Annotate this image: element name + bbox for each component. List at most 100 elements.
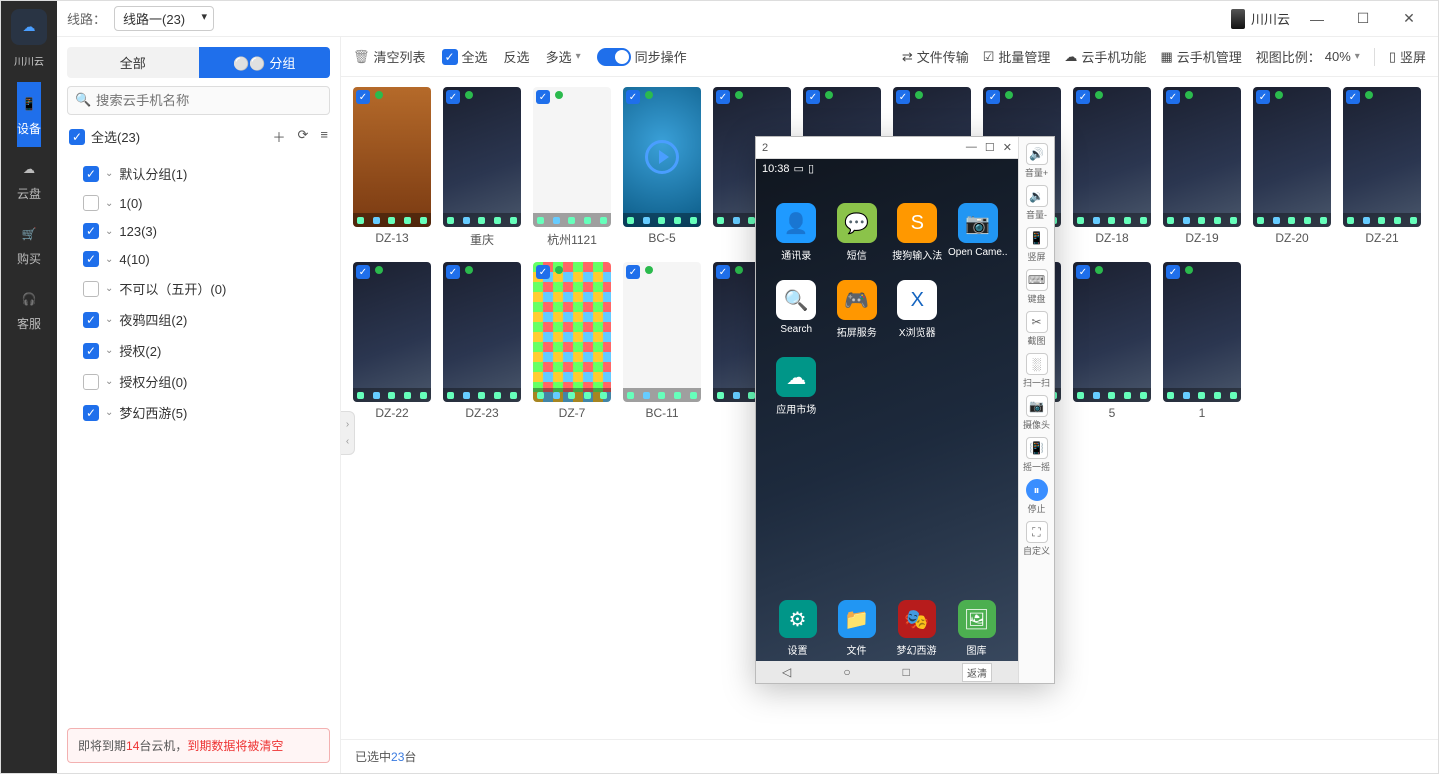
- group-item[interactable]: ⌄1(0): [67, 189, 330, 217]
- thumb-screen[interactable]: [623, 87, 701, 227]
- group-checkbox[interactable]: [83, 251, 99, 267]
- thumb-checkbox[interactable]: [806, 90, 820, 104]
- app-icon[interactable]: 💬短信: [827, 203, 888, 262]
- nav-item[interactable]: 🎧客服: [17, 277, 41, 342]
- phone-popup[interactable]: 2 — ☐ ✕ 10:38▭▯ 👤通讯录💬短信S搜狗输入法📷Open Came.…: [755, 136, 1055, 684]
- popup-close[interactable]: ✕: [1003, 141, 1012, 154]
- popup-minimize[interactable]: —: [966, 141, 977, 154]
- phone-manage[interactable]: ▦云手机管理: [1160, 47, 1241, 66]
- thumb-checkbox[interactable]: [1166, 90, 1180, 104]
- device-thumb[interactable]: 杭州1121: [533, 87, 611, 248]
- thumb-checkbox[interactable]: [1076, 90, 1090, 104]
- thumb-checkbox[interactable]: [716, 265, 730, 279]
- route-select[interactable]: 线路一(23): [114, 6, 214, 31]
- thumb-checkbox[interactable]: [536, 90, 550, 104]
- maximize-button[interactable]: ☐: [1344, 1, 1382, 36]
- sort-icon[interactable]: ≡: [320, 127, 328, 146]
- device-thumb[interactable]: DZ-22: [353, 262, 431, 420]
- app-icon[interactable]: 🔍Search: [766, 280, 827, 339]
- device-thumb[interactable]: DZ-20: [1253, 87, 1331, 248]
- nav-clear[interactable]: 返清: [962, 663, 992, 682]
- popup-maximize[interactable]: ☐: [985, 141, 995, 154]
- toolbar-select-all[interactable]: 全选: [442, 47, 488, 66]
- app-icon[interactable]: XX浏览器: [887, 280, 948, 339]
- thumb-screen[interactable]: [1343, 87, 1421, 227]
- nav-home-icon[interactable]: ○: [843, 665, 850, 679]
- dock-app[interactable]: 🖼图库: [958, 600, 996, 657]
- close-button[interactable]: ✕: [1390, 1, 1428, 36]
- search-input[interactable]: [67, 86, 330, 115]
- popup-tool[interactable]: ░扫一扫: [1019, 351, 1054, 391]
- thumb-screen[interactable]: [443, 262, 521, 402]
- popup-tool[interactable]: 🔉音量-: [1019, 183, 1054, 223]
- thumb-checkbox[interactable]: [716, 90, 730, 104]
- group-checkbox[interactable]: [83, 312, 99, 328]
- thumb-screen[interactable]: [1253, 87, 1331, 227]
- thumb-checkbox[interactable]: [626, 90, 640, 104]
- refresh-icon[interactable]: ⟳: [298, 127, 309, 146]
- device-thumb[interactable]: BC-5: [623, 87, 701, 248]
- play-icon[interactable]: [645, 140, 679, 174]
- group-checkbox[interactable]: [83, 374, 99, 390]
- phone-func[interactable]: ☁云手机功能: [1064, 47, 1146, 66]
- invert-select[interactable]: 反选: [504, 47, 530, 66]
- thumb-screen[interactable]: [1163, 262, 1241, 402]
- group-checkbox[interactable]: [83, 405, 99, 421]
- batch-manage[interactable]: ☑批量管理: [983, 47, 1051, 66]
- device-thumb[interactable]: DZ-18: [1073, 87, 1151, 248]
- thumb-checkbox[interactable]: [446, 265, 460, 279]
- clear-list-button[interactable]: 🗑清空列表: [353, 47, 426, 66]
- portrait-button[interactable]: ▯竖屏: [1389, 47, 1426, 66]
- thumb-checkbox[interactable]: [896, 90, 910, 104]
- device-thumb[interactable]: DZ-23: [443, 262, 521, 420]
- group-item[interactable]: ⌄123(3): [67, 217, 330, 245]
- device-thumb[interactable]: 重庆: [443, 87, 521, 248]
- dock-app[interactable]: ⚙设置: [779, 600, 817, 657]
- app-icon[interactable]: 👤通讯录: [766, 203, 827, 262]
- group-item[interactable]: ⌄夜鸦四组(2): [67, 304, 330, 335]
- phone-screen[interactable]: 10:38▭▯ 👤通讯录💬短信S搜狗输入法📷Open Came..🔍Search…: [756, 159, 1018, 683]
- group-checkbox[interactable]: [83, 223, 99, 239]
- thumb-checkbox[interactable]: [1166, 265, 1180, 279]
- thumb-screen[interactable]: [623, 262, 701, 402]
- thumb-screen[interactable]: [533, 262, 611, 402]
- tab-all[interactable]: 全部: [67, 47, 199, 78]
- popup-tool[interactable]: ⛶自定义: [1019, 519, 1054, 559]
- device-thumb[interactable]: 1: [1163, 262, 1241, 420]
- thumb-checkbox[interactable]: [536, 265, 550, 279]
- nav-item[interactable]: ☁云盘: [17, 147, 41, 212]
- dock-app[interactable]: 📁文件: [838, 600, 876, 657]
- popup-tool[interactable]: ⌨键盘: [1019, 267, 1054, 307]
- file-transfer[interactable]: ⇄文件传输: [902, 47, 969, 66]
- popup-tool[interactable]: ✂截图: [1019, 309, 1054, 349]
- thumb-checkbox[interactable]: [1256, 90, 1270, 104]
- thumb-checkbox[interactable]: [356, 265, 370, 279]
- thumb-checkbox[interactable]: [986, 90, 1000, 104]
- group-item[interactable]: ⌄授权(2): [67, 335, 330, 366]
- nav-item[interactable]: 🛒购买: [17, 212, 41, 277]
- tab-group[interactable]: ⚪⚪分组: [199, 47, 331, 78]
- sync-toggle[interactable]: 同步操作: [597, 47, 687, 66]
- popup-tool[interactable]: 📷摄像头: [1019, 393, 1054, 433]
- app-icon[interactable]: 🎮拓屏服务: [827, 280, 888, 339]
- group-item[interactable]: ⌄不可以（五开）(0): [67, 273, 330, 304]
- device-thumb[interactable]: DZ-13: [353, 87, 431, 248]
- device-thumb[interactable]: 5: [1073, 262, 1151, 420]
- dock-app[interactable]: 🎭梦幻西游: [897, 600, 937, 657]
- popup-titlebar[interactable]: 2 — ☐ ✕: [756, 137, 1018, 159]
- thumb-screen[interactable]: [1163, 87, 1241, 227]
- nav-back-icon[interactable]: ◁: [782, 665, 791, 679]
- thumb-screen[interactable]: [443, 87, 521, 227]
- device-thumb[interactable]: DZ-21: [1343, 87, 1421, 248]
- group-item[interactable]: ⌄授权分组(0): [67, 366, 330, 397]
- app-icon[interactable]: S搜狗输入法: [887, 203, 948, 262]
- thumb-screen[interactable]: [1073, 87, 1151, 227]
- thumb-checkbox[interactable]: [1076, 265, 1090, 279]
- thumb-screen[interactable]: [1073, 262, 1151, 402]
- thumb-screen[interactable]: [353, 87, 431, 227]
- device-thumb[interactable]: BC-11: [623, 262, 701, 420]
- popup-tool[interactable]: ⏸停止: [1019, 477, 1054, 517]
- view-ratio[interactable]: 视图比例：40% ▾: [1256, 47, 1360, 66]
- minimize-button[interactable]: —: [1298, 1, 1336, 36]
- thumb-checkbox[interactable]: [446, 90, 460, 104]
